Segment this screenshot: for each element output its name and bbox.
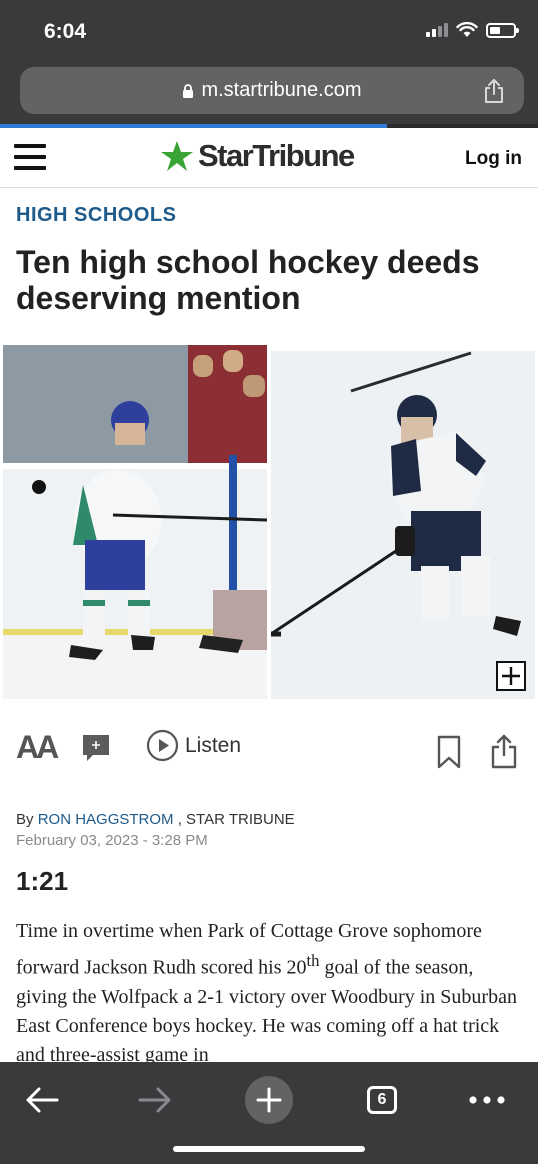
- play-icon: [146, 729, 179, 762]
- back-arrow-icon: [26, 1087, 59, 1113]
- byline: By RON HAGGSTROM , STAR TRIBUNE: [16, 811, 295, 828]
- menu-icon[interactable]: [14, 144, 46, 170]
- status-time: 6:04: [44, 20, 87, 43]
- author-link[interactable]: RON HAGGSTROM: [38, 811, 174, 828]
- tab-count: 6: [367, 1086, 397, 1114]
- comment-icon[interactable]: [81, 733, 111, 763]
- logo-text: StarTribune: [198, 138, 355, 173]
- publish-date: February 03, 2023 - 3:28 PM: [16, 832, 208, 849]
- login-link[interactable]: Log in: [465, 148, 522, 170]
- browser-top-bar: 6:04 m.startribune.com: [0, 0, 538, 128]
- lock-icon: [183, 83, 194, 98]
- more-button[interactable]: [459, 1072, 515, 1128]
- section-kicker[interactable]: HIGH SCHOOLS: [16, 204, 176, 227]
- forward-arrow-icon: [138, 1087, 171, 1113]
- cellular-signal-icon: [426, 23, 448, 37]
- status-icons: [426, 22, 519, 38]
- plus-circle-icon: [245, 1076, 293, 1124]
- hockey-player-navy-image: [271, 351, 535, 699]
- wifi-icon: [456, 22, 478, 37]
- text-size-icon: AA: [16, 729, 59, 765]
- plus-icon: [502, 667, 520, 685]
- article-paragraph: Time in overtime when Park of Cottage Gr…: [16, 917, 526, 1070]
- url-text: m.startribune.com: [201, 79, 362, 101]
- stat-heading: 1:21: [16, 866, 69, 896]
- plus-icon: [256, 1087, 282, 1113]
- star-logo-icon: [161, 141, 193, 171]
- photo-left: [3, 345, 267, 699]
- more-dots-icon: [469, 1096, 505, 1104]
- ordinal-suffix: th: [306, 951, 320, 970]
- forward-button[interactable]: [127, 1072, 183, 1128]
- text-size-button[interactable]: AA: [16, 729, 59, 766]
- tabs-button[interactable]: 6: [354, 1072, 410, 1128]
- article-tools: AA Listen: [0, 725, 538, 775]
- share-article-icon[interactable]: [490, 733, 518, 769]
- share-icon[interactable]: [482, 78, 506, 104]
- article-headline: Ten high school hockey deeds deserving m…: [16, 244, 480, 316]
- bookmark-icon[interactable]: [436, 735, 462, 769]
- byline-outlet: , STAR TRIBUNE: [177, 811, 295, 828]
- listen-label: Listen: [185, 733, 242, 757]
- site-header: StarTribune Log in: [0, 128, 538, 188]
- byline-prefix: By: [16, 811, 34, 828]
- expand-photo-button[interactable]: [496, 661, 526, 691]
- new-tab-button[interactable]: [241, 1072, 297, 1128]
- photo-right: [271, 351, 535, 699]
- listen-button[interactable]: Listen: [146, 729, 241, 762]
- hockey-player-blue-image: [3, 345, 267, 699]
- battery-icon: [486, 22, 519, 38]
- startribune-logo[interactable]: StarTribune: [160, 138, 355, 174]
- address-bar[interactable]: m.startribune.com: [20, 67, 524, 114]
- back-button[interactable]: [14, 1072, 70, 1128]
- article-photo[interactable]: [3, 345, 535, 699]
- home-indicator[interactable]: [173, 1146, 365, 1152]
